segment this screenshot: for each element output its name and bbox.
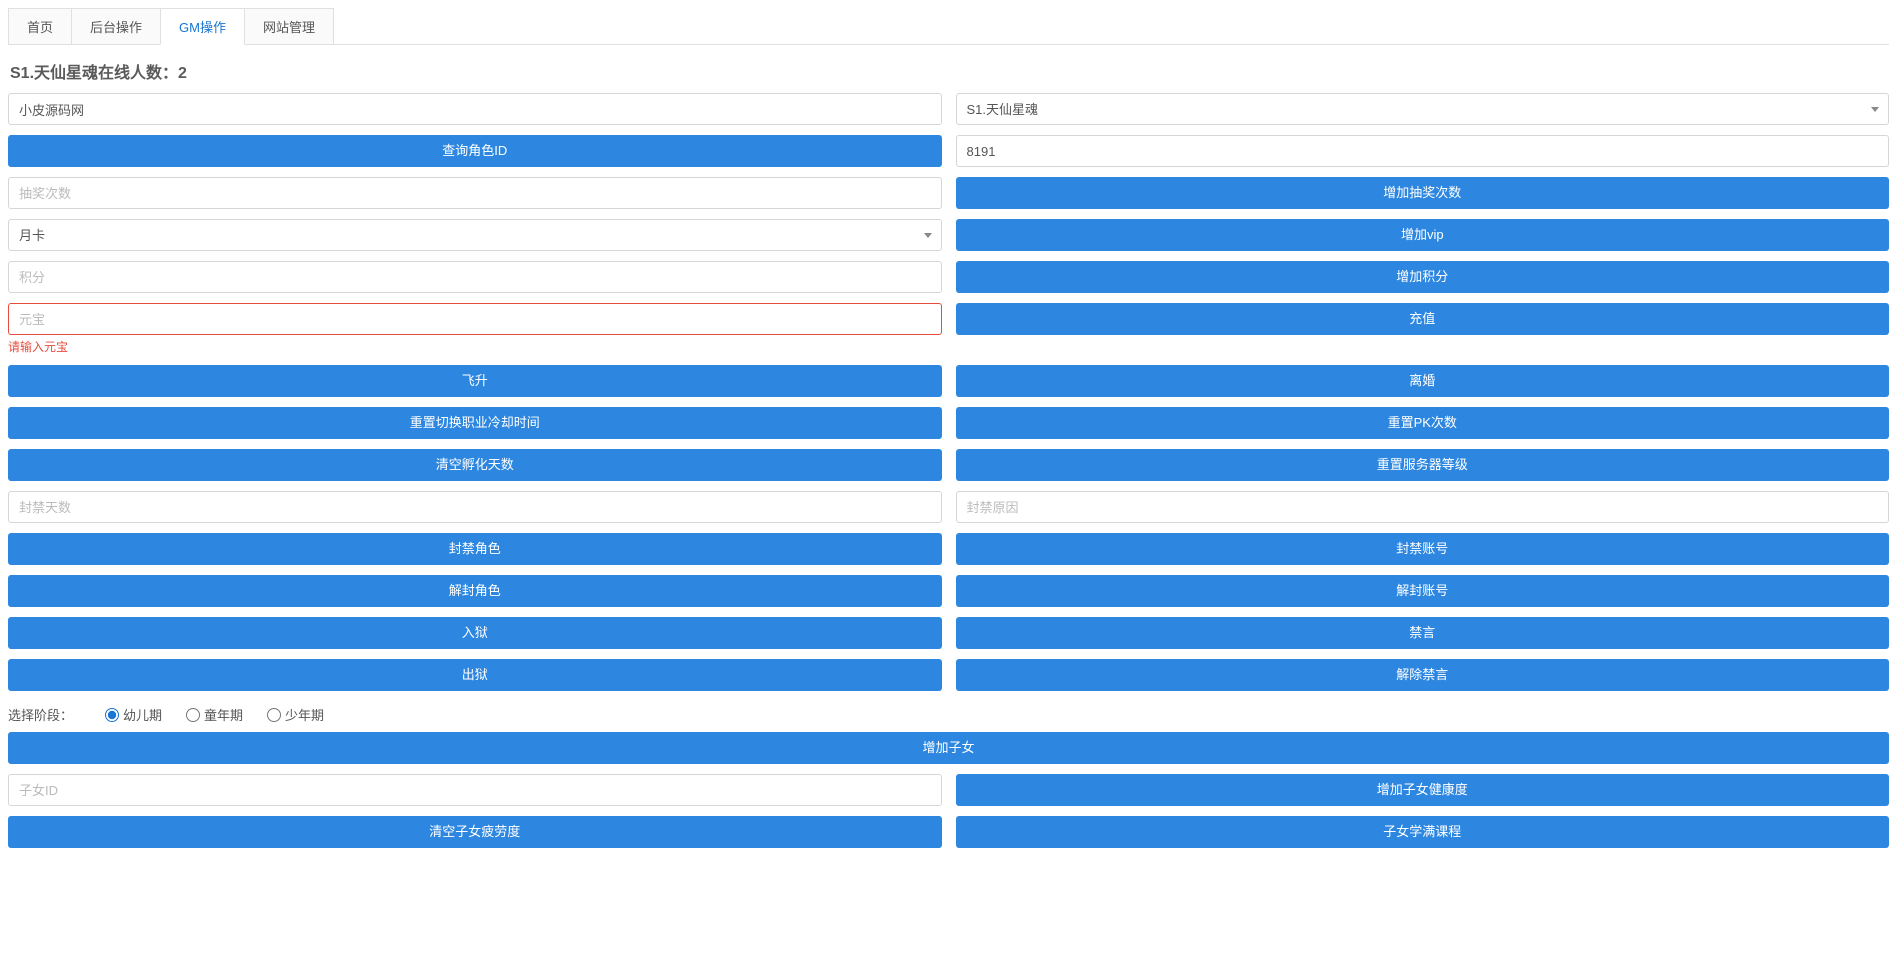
vip-select[interactable]: 月卡 [8,219,942,251]
reset-server-level-button[interactable]: 重置服务器等级 [956,449,1890,481]
unban-role-button[interactable]: 解封角色 [8,575,942,607]
reset-pk-button[interactable]: 重置PK次数 [956,407,1890,439]
server-select[interactable]: S1.天仙星魂 [956,93,1890,125]
stage-radio-group: 选择阶段： 幼儿期 童年期 少年期 [8,701,1889,732]
jail-button[interactable]: 入狱 [8,617,942,649]
ban-days-input[interactable] [8,491,942,523]
stage-label: 选择阶段： [8,705,73,724]
ban-role-button[interactable]: 封禁角色 [8,533,942,565]
add-points-button[interactable]: 增加积分 [956,261,1890,293]
online-count-heading: S1.天仙星魂在线人数：2 [8,59,1889,83]
player-name-input[interactable] [8,93,942,125]
stage-option-infant[interactable]: 幼儿期 [105,705,162,724]
tab-site[interactable]: 网站管理 [244,8,334,44]
role-id-input[interactable] [956,135,1890,167]
tab-home[interactable]: 首页 [8,8,72,44]
mute-button[interactable]: 禁言 [956,617,1890,649]
add-child-health-button[interactable]: 增加子女健康度 [956,774,1890,806]
points-input[interactable] [8,261,942,293]
ban-account-button[interactable]: 封禁账号 [956,533,1890,565]
ban-reason-input[interactable] [956,491,1890,523]
add-child-button[interactable]: 增加子女 [8,732,1889,764]
unban-account-button[interactable]: 解封账号 [956,575,1890,607]
yuanbao-error-text: 请输入元宝 [8,338,942,355]
divorce-button[interactable]: 离婚 [956,365,1890,397]
tab-backend[interactable]: 后台操作 [71,8,161,44]
stage-option-youth[interactable]: 少年期 [267,705,324,724]
yuanbao-input[interactable] [8,303,942,335]
query-role-id-button[interactable]: 查询角色ID [8,135,942,167]
child-full-course-button[interactable]: 子女学满课程 [956,816,1890,848]
add-vip-button[interactable]: 增加vip [956,219,1890,251]
unmute-button[interactable]: 解除禁言 [956,659,1890,691]
stage-radio-infant[interactable] [105,708,119,722]
reset-job-cd-button[interactable]: 重置切换职业冷却时间 [8,407,942,439]
tab-gm[interactable]: GM操作 [160,8,245,45]
child-id-input[interactable] [8,774,942,806]
clear-incubation-button[interactable]: 清空孵化天数 [8,449,942,481]
stage-radio-youth[interactable] [267,708,281,722]
stage-radio-child[interactable] [186,708,200,722]
draw-count-input[interactable] [8,177,942,209]
ascend-button[interactable]: 飞升 [8,365,942,397]
release-button[interactable]: 出狱 [8,659,942,691]
stage-option-child[interactable]: 童年期 [186,705,243,724]
clear-child-fatigue-button[interactable]: 清空子女疲劳度 [8,816,942,848]
recharge-button[interactable]: 充值 [956,303,1890,335]
add-draw-button[interactable]: 增加抽奖次数 [956,177,1890,209]
tab-bar: 首页 后台操作 GM操作 网站管理 [8,8,1889,45]
